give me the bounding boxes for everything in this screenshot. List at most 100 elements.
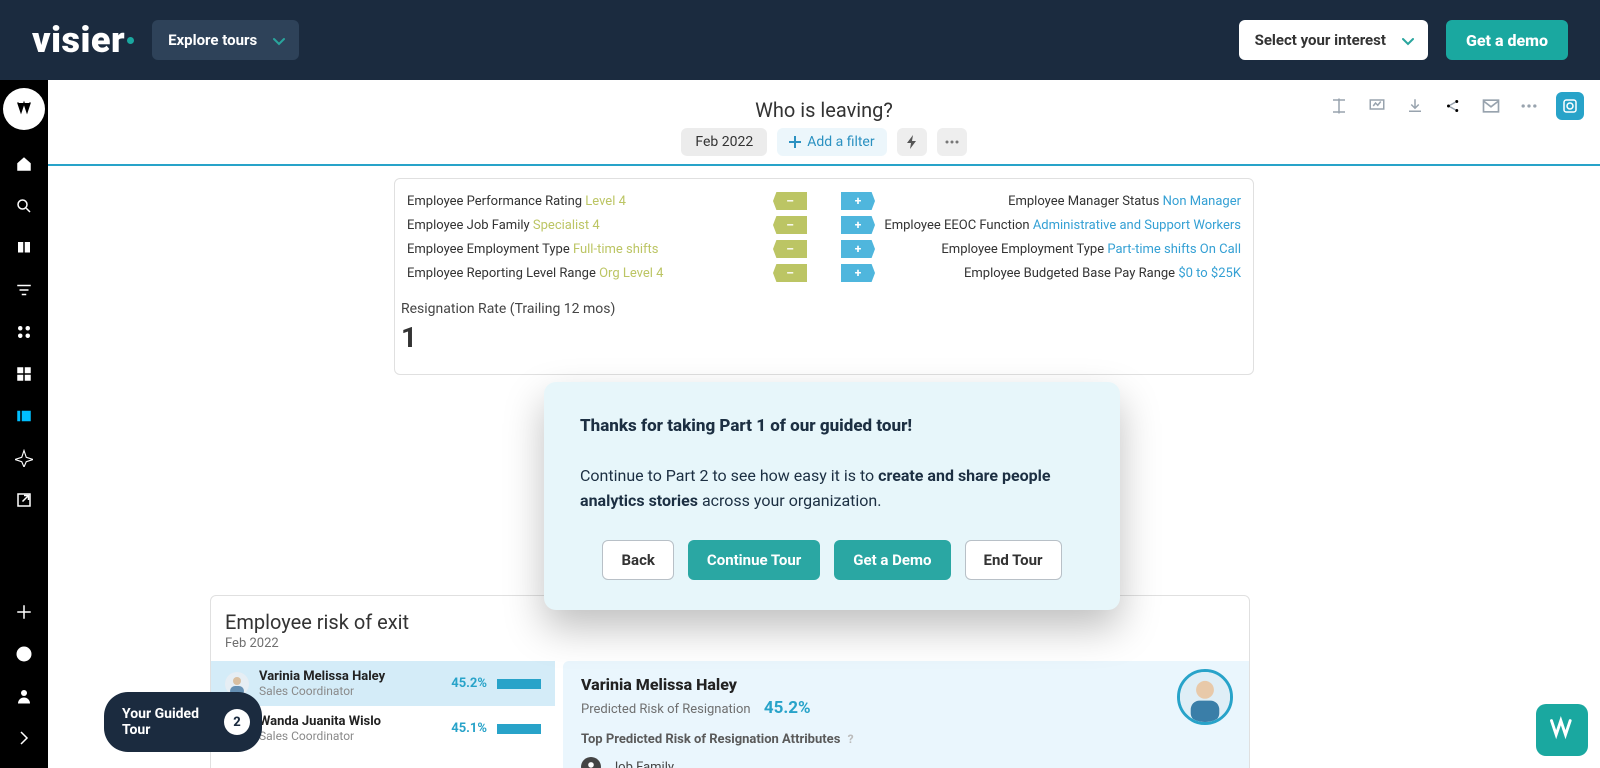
minus-tag[interactable]: –: [773, 240, 807, 258]
risk-role: Sales Coordinator: [259, 729, 381, 743]
attr-row: +Employee EEOC Function Administrative a…: [841, 213, 1245, 237]
open-icon: [15, 491, 33, 509]
nav-home[interactable]: [8, 152, 40, 176]
end-tour-button[interactable]: End Tour: [965, 540, 1062, 580]
nav-add[interactable]: [8, 600, 40, 624]
tour-headline: Thanks for taking Part 1 of our guided t…: [580, 416, 1084, 436]
attr-value: Full-time shifts: [573, 242, 659, 257]
nav-help[interactable]: [8, 642, 40, 666]
apps-icon: [15, 365, 33, 383]
attributes-card: Employee Performance Rating Level 4–Empl…: [394, 178, 1254, 375]
select-interest-label: Select your interest: [1255, 31, 1386, 49]
explore-tours-dropdown[interactable]: Explore tours: [152, 20, 299, 60]
detail-attr-header: Top Predicted Risk of Resignation Attrib…: [581, 732, 1231, 747]
minus-tag[interactable]: –: [773, 216, 807, 234]
risk-bar: [497, 724, 541, 734]
chevron-down-icon: [1402, 34, 1414, 52]
get-demo-tour-button[interactable]: Get a Demo: [834, 540, 950, 580]
float-widget[interactable]: [1536, 704, 1588, 756]
attr-label: Employee Job Family Specialist 4: [403, 218, 773, 233]
detail-sub-label: Predicted Risk of Resignation: [581, 702, 751, 717]
add-filter-label: Add a filter: [807, 134, 874, 150]
risk-name: Varinia Melissa Haley: [259, 669, 385, 684]
plus-icon: [15, 603, 33, 621]
tour-card: Thanks for taking Part 1 of our guided t…: [544, 382, 1120, 610]
nav-search[interactable]: [8, 194, 40, 218]
attr-value: $0 to $25K: [1178, 266, 1241, 281]
job-family-row: Job Family: [581, 757, 1231, 768]
capture-icon[interactable]: [1556, 92, 1584, 120]
risk-title: Employee risk of exit: [211, 610, 1249, 634]
bolt-icon: [906, 135, 918, 149]
attr-value: Org Level 4: [599, 266, 663, 281]
home-icon: [15, 155, 33, 173]
attr-label: Employee Employment Type Part-time shift…: [875, 242, 1245, 257]
attr-row: +Employee Employment Type Part-time shif…: [841, 237, 1245, 261]
attributes-columns: Employee Performance Rating Level 4–Empl…: [395, 189, 1253, 285]
nav-explore[interactable]: [8, 446, 40, 470]
page-header: Who is leaving? Feb 2022 Add a filter: [48, 80, 1600, 164]
share-icon[interactable]: [1442, 95, 1464, 117]
plus-tag[interactable]: +: [841, 240, 875, 258]
nav-guide[interactable]: [8, 236, 40, 260]
ellipsis-icon: [945, 140, 959, 144]
select-interest-dropdown[interactable]: Select your interest: [1239, 20, 1428, 60]
risk-row-text: Wanda Juanita WisloSales Coordinator: [259, 714, 381, 743]
tour-buttons: Back Continue Tour Get a Demo End Tour: [580, 540, 1084, 580]
nav-account[interactable]: [8, 684, 40, 708]
logo: visier: [32, 19, 134, 61]
quick-action-button[interactable]: [897, 128, 927, 156]
visier-mark-icon: [15, 100, 33, 118]
tour-body-suffix: across your organization.: [698, 491, 881, 510]
minus-tag[interactable]: –: [773, 264, 807, 282]
help-icon: [15, 645, 33, 663]
download-icon[interactable]: [1404, 95, 1426, 117]
nav-filter[interactable]: [8, 278, 40, 302]
risk-period: Feb 2022: [211, 634, 1249, 661]
risk-row[interactable]: Wanda Juanita WisloSales Coordinator45.1…: [211, 706, 555, 751]
attr-label: Employee Manager Status Non Manager: [875, 194, 1245, 209]
topbar: visier Explore tours Select your interes…: [0, 0, 1600, 80]
plus-tag[interactable]: +: [841, 192, 875, 210]
email-icon[interactable]: [1480, 95, 1502, 117]
plus-tag[interactable]: +: [841, 264, 875, 282]
nav-share[interactable]: [8, 488, 40, 512]
attr-label: Employee Performance Rating Level 4: [403, 194, 773, 209]
attr-row: +Employee Budgeted Base Pay Range $0 to …: [841, 261, 1245, 285]
risk-bar: [497, 679, 541, 689]
nav-rail: [0, 80, 48, 768]
period-pill[interactable]: Feb 2022: [681, 128, 767, 156]
tour-body: Continue to Part 2 to see how easy it is…: [580, 464, 1084, 514]
split-icon[interactable]: [1328, 95, 1350, 117]
attr-row: Employee Employment Type Full-time shift…: [403, 237, 807, 261]
rail-logo[interactable]: [3, 88, 45, 130]
people-icon: [15, 323, 33, 341]
job-family-icon: [581, 757, 601, 768]
more-actions-button[interactable]: [937, 128, 967, 156]
add-filter-button[interactable]: Add a filter: [777, 128, 886, 156]
minus-tag[interactable]: –: [773, 192, 807, 210]
account-icon: [15, 687, 33, 705]
risk-name: Wanda Juanita Wislo: [259, 714, 381, 729]
continue-tour-button[interactable]: Continue Tour: [688, 540, 820, 580]
get-demo-button[interactable]: Get a demo: [1446, 20, 1568, 60]
nav-apps[interactable]: [8, 362, 40, 386]
risk-detail: Varinia Melissa Haley Predicted Risk of …: [563, 661, 1249, 768]
present-icon[interactable]: [1366, 95, 1388, 117]
nav-collapse[interactable]: [8, 726, 40, 750]
tour-chip[interactable]: Your Guided Tour 2: [104, 692, 262, 752]
risk-split: Varinia Melissa HaleySales Coordinator45…: [211, 661, 1249, 768]
filter-row: Feb 2022 Add a filter: [72, 128, 1576, 156]
attr-row: +Employee Manager Status Non Manager: [841, 189, 1245, 213]
back-button[interactable]: Back: [602, 540, 673, 580]
tour-chip-label: Your Guided Tour: [122, 706, 199, 738]
more-icon[interactable]: [1518, 95, 1540, 117]
nav-people[interactable]: [8, 320, 40, 344]
help-icon[interactable]: ?: [848, 732, 854, 746]
rail-bottom: [8, 600, 40, 760]
attr-row: Employee Performance Rating Level 4–: [403, 189, 807, 213]
risk-row[interactable]: Varinia Melissa HaleySales Coordinator45…: [211, 661, 555, 706]
tour-chip-count: 2: [224, 709, 250, 735]
nav-story[interactable]: [8, 404, 40, 428]
plus-tag[interactable]: +: [841, 216, 875, 234]
